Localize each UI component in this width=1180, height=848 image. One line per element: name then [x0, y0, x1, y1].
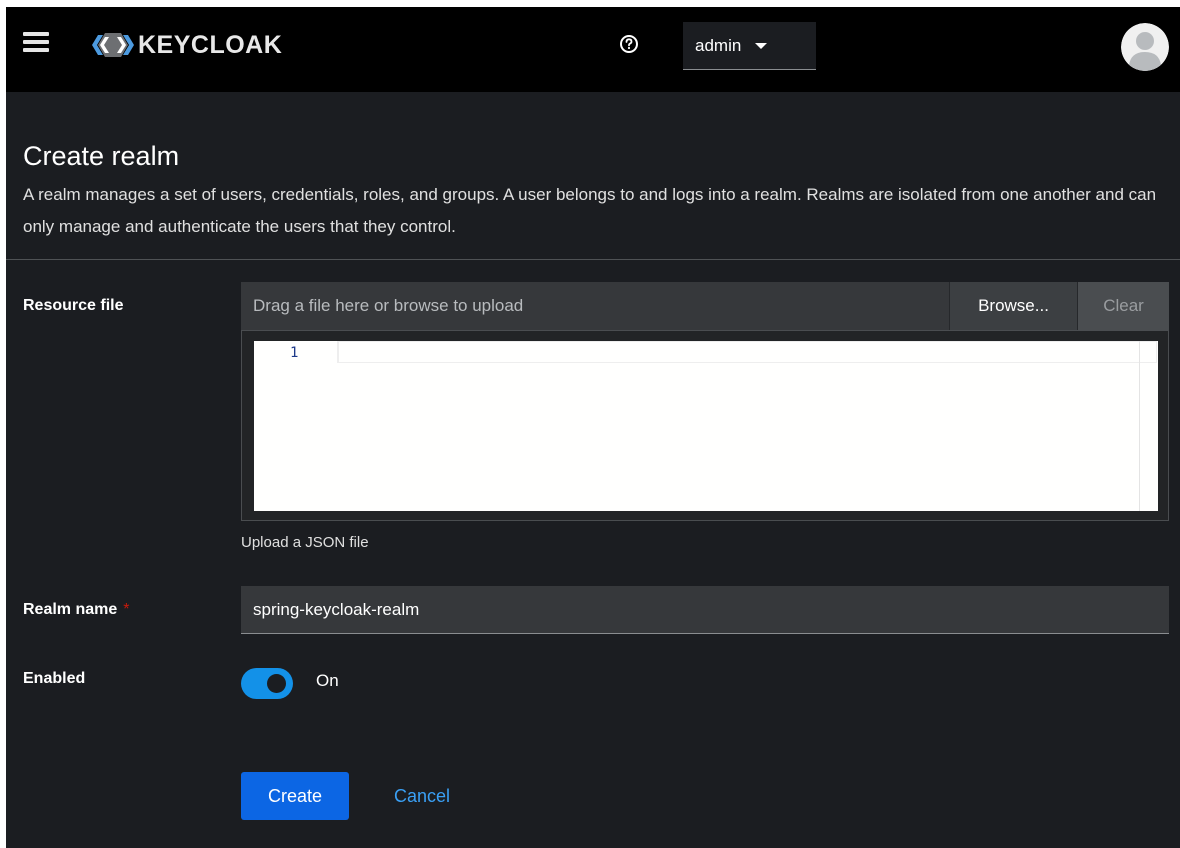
user-avatar-icon[interactable]	[1121, 23, 1169, 71]
code-editor-frame: 1	[241, 330, 1169, 521]
enabled-label: Enabled	[23, 670, 86, 687]
masthead: KEYCLOAK admin	[6, 7, 1180, 92]
resource-file-helper-text: Upload a JSON file	[241, 534, 369, 551]
editor-ruler	[1139, 341, 1140, 511]
browse-button[interactable]: Browse...	[949, 282, 1077, 330]
realm-name-label: Realm name *	[23, 601, 130, 619]
question-circle-icon[interactable]	[616, 31, 642, 57]
section-divider	[6, 259, 1180, 260]
brand-name: KEYCLOAK	[138, 30, 283, 59]
current-line-highlight	[337, 341, 1157, 363]
user-dropdown[interactable]: admin	[683, 22, 816, 70]
resource-file-label: Resource file	[23, 297, 124, 314]
cancel-button[interactable]: Cancel	[372, 772, 472, 820]
user-dropdown-label: admin	[695, 35, 742, 55]
required-marker: *	[123, 601, 130, 618]
keycloak-logo-icon	[90, 31, 136, 59]
clear-button: Clear	[1077, 282, 1169, 330]
file-upload-bar: Drag a file here or browse to upload Bro…	[241, 282, 1169, 330]
hamburger-menu-icon[interactable]	[23, 29, 49, 55]
caret-down-icon	[755, 42, 768, 49]
toggle-knob	[267, 674, 286, 693]
create-button[interactable]: Create	[241, 772, 349, 820]
realm-name-label-text: Realm name	[23, 601, 118, 618]
page-title: Create realm	[23, 141, 180, 171]
keycloak-logo[interactable]: KEYCLOAK	[90, 29, 282, 61]
page-description: A realm manages a set of users, credenti…	[23, 185, 1157, 236]
line-number: 1	[290, 345, 299, 361]
file-drop-input[interactable]: Drag a file here or browse to upload	[241, 282, 949, 330]
enabled-toggle[interactable]	[241, 668, 293, 699]
app-shell: KEYCLOAK admin Create realm A realm mana…	[6, 7, 1180, 848]
code-editor[interactable]: 1	[254, 341, 1158, 511]
realm-name-input[interactable]: spring-keycloak-realm	[241, 586, 1169, 634]
enabled-toggle-state: On	[316, 671, 339, 690]
